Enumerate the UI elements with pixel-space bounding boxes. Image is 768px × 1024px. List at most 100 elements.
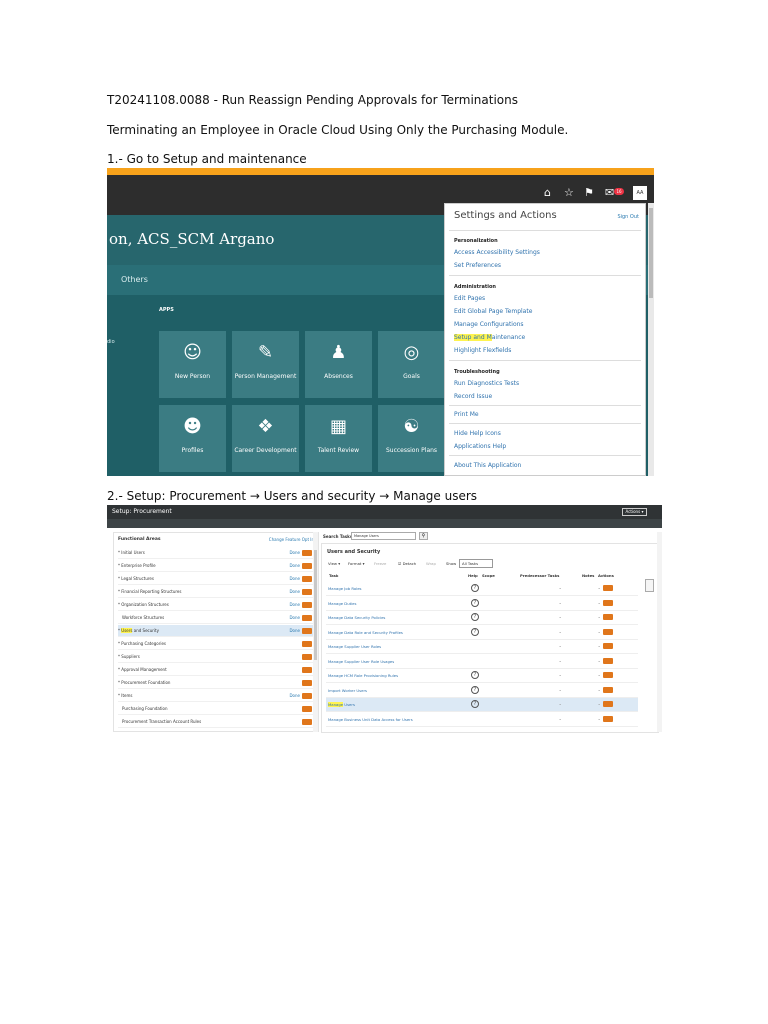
avatar[interactable]: AA bbox=[633, 186, 647, 200]
task-row[interactable]: Manage Users? • • bbox=[326, 698, 638, 712]
go-button[interactable] bbox=[302, 706, 312, 712]
bell-icon[interactable]: ✉ bbox=[605, 186, 614, 199]
flag-icon[interactable]: ⚑ bbox=[584, 186, 594, 199]
search-input[interactable]: Manage Users bbox=[351, 532, 416, 540]
side-panel-icon[interactable] bbox=[645, 579, 654, 592]
setup-maintenance-link[interactable]: Setup and Maintenance bbox=[454, 334, 525, 341]
notes-icon[interactable]: • bbox=[598, 659, 600, 664]
go-button[interactable] bbox=[302, 641, 312, 647]
view-menu[interactable]: View ▾ bbox=[328, 561, 340, 566]
go-button[interactable] bbox=[302, 654, 312, 660]
edit-global-template-link[interactable]: Edit Global Page Template bbox=[454, 308, 532, 315]
applications-help-link[interactable]: Applications Help bbox=[454, 443, 506, 450]
functional-area-row[interactable]: * Users and Security Done bbox=[118, 625, 314, 637]
task-actions-button[interactable] bbox=[603, 643, 613, 649]
functional-area-row[interactable]: * Organization Structures Done bbox=[118, 599, 314, 611]
hide-help-icons-link[interactable]: Hide Help Icons bbox=[454, 430, 501, 437]
help-icon[interactable]: ? bbox=[471, 584, 479, 592]
go-button[interactable] bbox=[302, 550, 312, 556]
print-me-link[interactable]: Print Me bbox=[454, 411, 479, 418]
notes-icon[interactable]: • bbox=[598, 630, 600, 635]
task-row[interactable]: Manage Data Security Policies? • • bbox=[326, 611, 638, 625]
highlight-flexfields-link[interactable]: Highlight Flexfields bbox=[454, 347, 511, 354]
tile-profiles[interactable]: ☻ Profiles bbox=[159, 405, 226, 472]
change-feature-optin-link[interactable]: Change Feature Opt In bbox=[269, 537, 314, 542]
task-link[interactable]: Manage Duties bbox=[328, 601, 356, 606]
favorites-icon[interactable]: ☆ bbox=[564, 186, 574, 199]
manage-configurations-link[interactable]: Manage Configurations bbox=[454, 321, 524, 328]
notes-icon[interactable]: • bbox=[598, 717, 600, 722]
functional-area-row[interactable]: Workforce Structures Done bbox=[118, 612, 314, 624]
format-menu[interactable]: Format ▾ bbox=[348, 561, 365, 566]
run-diagnostics-link[interactable]: Run Diagnostics Tests bbox=[454, 380, 519, 387]
help-icon[interactable]: ? bbox=[471, 671, 479, 679]
search-icon[interactable]: ⚲ bbox=[419, 532, 428, 540]
tile-career-development[interactable]: ❖ Career Development bbox=[232, 405, 299, 472]
record-issue-link[interactable]: Record Issue bbox=[454, 393, 492, 400]
go-button[interactable] bbox=[302, 602, 312, 608]
sign-out-link[interactable]: Sign Out bbox=[617, 214, 639, 220]
go-button[interactable] bbox=[302, 719, 312, 725]
go-button[interactable] bbox=[302, 563, 312, 569]
functional-area-row[interactable]: * Approval Management bbox=[118, 664, 314, 676]
go-button[interactable] bbox=[302, 693, 312, 699]
functional-area-row[interactable]: * Suppliers bbox=[118, 651, 314, 663]
task-row[interactable]: Manage Business Unit Data Access for Use… bbox=[326, 713, 638, 727]
show-select[interactable]: All Tasks bbox=[459, 559, 494, 568]
freeze-button[interactable]: Freeze bbox=[374, 561, 386, 566]
functional-area-row[interactable]: * Financial Reporting Structures Done bbox=[118, 586, 314, 598]
edit-pages-link[interactable]: Edit Pages bbox=[454, 295, 485, 302]
help-icon[interactable]: ? bbox=[471, 627, 479, 636]
scrollbar-thumb[interactable] bbox=[649, 208, 653, 298]
task-link[interactable]: Manage Supplier User Roles bbox=[328, 644, 381, 649]
task-actions-button[interactable] bbox=[603, 686, 613, 693]
task-actions-button[interactable] bbox=[603, 657, 613, 664]
task-actions-button[interactable] bbox=[603, 614, 613, 620]
task-actions-button[interactable] bbox=[603, 715, 613, 722]
task-link[interactable]: Manage Job Roles bbox=[328, 586, 362, 591]
tile-succession-plans[interactable]: ☯ Succession Plans bbox=[378, 405, 445, 472]
notes-icon[interactable]: • bbox=[598, 586, 600, 591]
task-actions-button[interactable] bbox=[603, 701, 613, 707]
home-icon[interactable]: ⌂ bbox=[544, 186, 551, 199]
right-scrollbar[interactable] bbox=[657, 532, 662, 732]
task-row[interactable]: Manage Supplier User Roles • • bbox=[326, 640, 638, 654]
access-accessibility-link[interactable]: Access Accessibility Settings bbox=[454, 249, 540, 256]
actions-button[interactable]: Actions ▾ bbox=[622, 508, 647, 516]
functional-area-row[interactable]: * Purchasing Categories bbox=[118, 638, 314, 650]
about-application-link[interactable]: About This Application bbox=[454, 462, 521, 469]
task-link[interactable]: Manage Data Role and Security Profiles bbox=[328, 630, 403, 635]
tab-others[interactable]: Others bbox=[121, 275, 148, 284]
left-scrollbar-thumb[interactable] bbox=[314, 550, 317, 660]
task-link[interactable]: Manage Supplier User Role Usages bbox=[328, 659, 394, 664]
task-row[interactable]: Manage Supplier User Role Usages • • bbox=[326, 655, 638, 669]
wrap-button[interactable]: Wrap bbox=[426, 561, 436, 566]
functional-area-row[interactable]: * Initial Users Done bbox=[118, 547, 314, 559]
notes-icon[interactable]: • bbox=[598, 601, 600, 606]
task-link[interactable]: Manage HCM Role Provisioning Rules bbox=[328, 673, 398, 678]
tile-absences[interactable]: ♟ Absences bbox=[305, 331, 372, 398]
functional-area-row[interactable]: * Items Done bbox=[118, 690, 314, 702]
notes-icon[interactable]: • bbox=[598, 644, 600, 649]
tile-new-person[interactable]: ☺ New Person bbox=[159, 331, 226, 398]
tile-talent-review[interactable]: ▦ Talent Review bbox=[305, 405, 372, 472]
functional-area-row[interactable]: * Legal Structures Done bbox=[118, 573, 314, 585]
task-row[interactable]: Manage Duties? • • bbox=[326, 597, 638, 611]
task-link[interactable]: Manage Data Security Policies bbox=[328, 615, 385, 620]
detach-button[interactable]: ☑ Detach bbox=[398, 561, 416, 566]
help-icon[interactable]: ? bbox=[471, 598, 479, 607]
help-icon[interactable]: ? bbox=[471, 685, 479, 694]
functional-area-row[interactable]: * Enterprise Profile Done bbox=[118, 560, 314, 572]
task-actions-button[interactable] bbox=[603, 599, 613, 606]
functional-area-row[interactable]: Procurement Transaction Account Rules bbox=[118, 716, 314, 728]
notes-icon[interactable]: • bbox=[598, 673, 600, 678]
notes-icon[interactable]: • bbox=[598, 688, 600, 693]
task-link[interactable]: Manage Business Unit Data Access for Use… bbox=[328, 717, 413, 722]
go-button[interactable] bbox=[302, 615, 312, 621]
help-icon[interactable]: ? bbox=[471, 700, 479, 708]
task-row[interactable]: Manage Job Roles? • • bbox=[326, 582, 638, 596]
task-actions-button[interactable] bbox=[603, 628, 613, 635]
notes-icon[interactable]: • bbox=[598, 615, 600, 620]
go-button[interactable] bbox=[302, 667, 312, 673]
go-button[interactable] bbox=[302, 680, 312, 686]
